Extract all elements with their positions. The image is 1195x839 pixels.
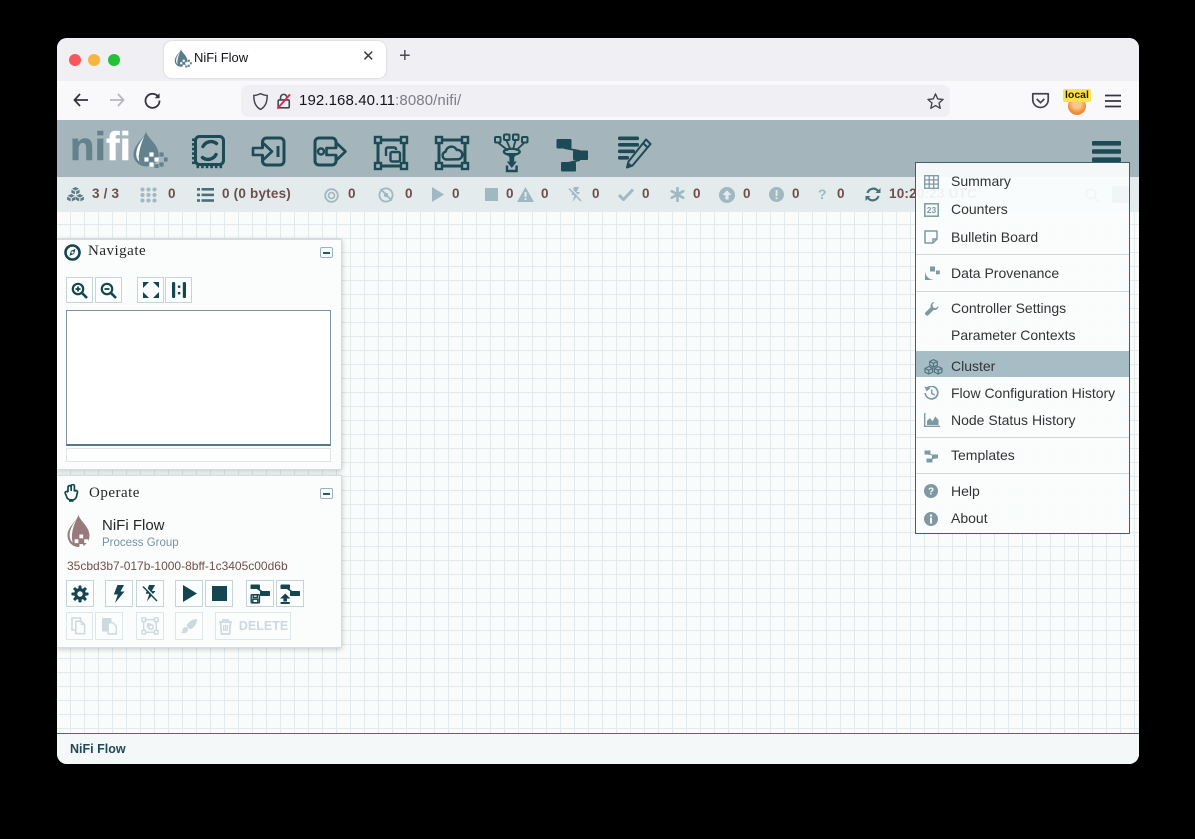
svg-text:23: 23 — [927, 205, 937, 215]
svg-text:?: ? — [928, 487, 934, 498]
